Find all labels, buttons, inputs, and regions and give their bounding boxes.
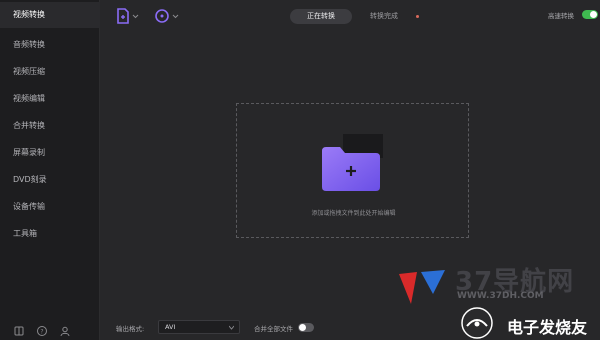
sidebar-item-video-compress[interactable]: 视频压缩 [0,59,100,85]
merge-files-toggle[interactable] [298,323,314,332]
notification-dot [416,15,419,18]
add-disc-icon [155,9,179,23]
tab-bar: 正在转换 转换完成 [290,9,430,24]
speed-toggle[interactable] [582,10,598,19]
watermark-url: WWW.37DH.COM [457,291,544,301]
sidebar-item-dvd-burn[interactable]: DVD刻录 [0,167,100,193]
bottom-bar: 输出格式: AVI 合并全部文件 [100,316,600,340]
sidebar-item-toolbox[interactable]: 工具箱 [0,221,100,247]
add-file-button[interactable] [116,7,146,25]
add-disc-button[interactable] [154,7,184,25]
output-format-label: 输出格式: [116,325,145,333]
sidebar-item-video-convert[interactable]: 视频转换 [0,2,100,28]
sidebar-item-screen-record[interactable]: 屏幕录制 [0,140,100,166]
sidebar-item-device-transfer[interactable]: 设备传输 [0,194,100,220]
chevron-down-icon [229,325,234,330]
sidebar-item-merge[interactable]: 合并转换 [0,113,100,139]
sidebar-footer: ? [0,316,100,340]
book-icon[interactable] [13,322,25,336]
speed-label: 高速转换 [548,12,574,20]
toggle-knob [299,324,306,331]
tab-completed[interactable]: 转换完成 [356,9,412,24]
drop-zone[interactable]: 添加或拖拽文件到此处开始编辑 [236,103,469,238]
toolbar: 正在转换 转换完成 高速转换 [100,0,600,33]
output-format-value: AVI [165,323,176,331]
output-format-select[interactable]: AVI [158,320,240,334]
sidebar-item-video-edit[interactable]: 视频编辑 [0,86,100,112]
sidebar-item-audio-convert[interactable]: 音频转换 [0,32,100,58]
user-icon[interactable] [59,322,71,337]
folder-plus-icon [322,147,380,191]
tab-converting[interactable]: 正在转换 [290,9,352,24]
drop-zone-hint: 添加或拖拽文件到此处开始编辑 [311,210,396,217]
svg-text:?: ? [40,328,43,335]
watermark-logo [399,270,445,304]
sidebar: 视频转换 音频转换 视频压缩 视频编辑 合并转换 屏幕录制 DVD刻录 设备传输… [0,0,100,340]
toggle-knob [590,11,597,18]
help-icon[interactable]: ? [36,322,48,336]
add-file-icon [117,8,139,24]
merge-files-label: 合并全部文件 [254,325,293,333]
